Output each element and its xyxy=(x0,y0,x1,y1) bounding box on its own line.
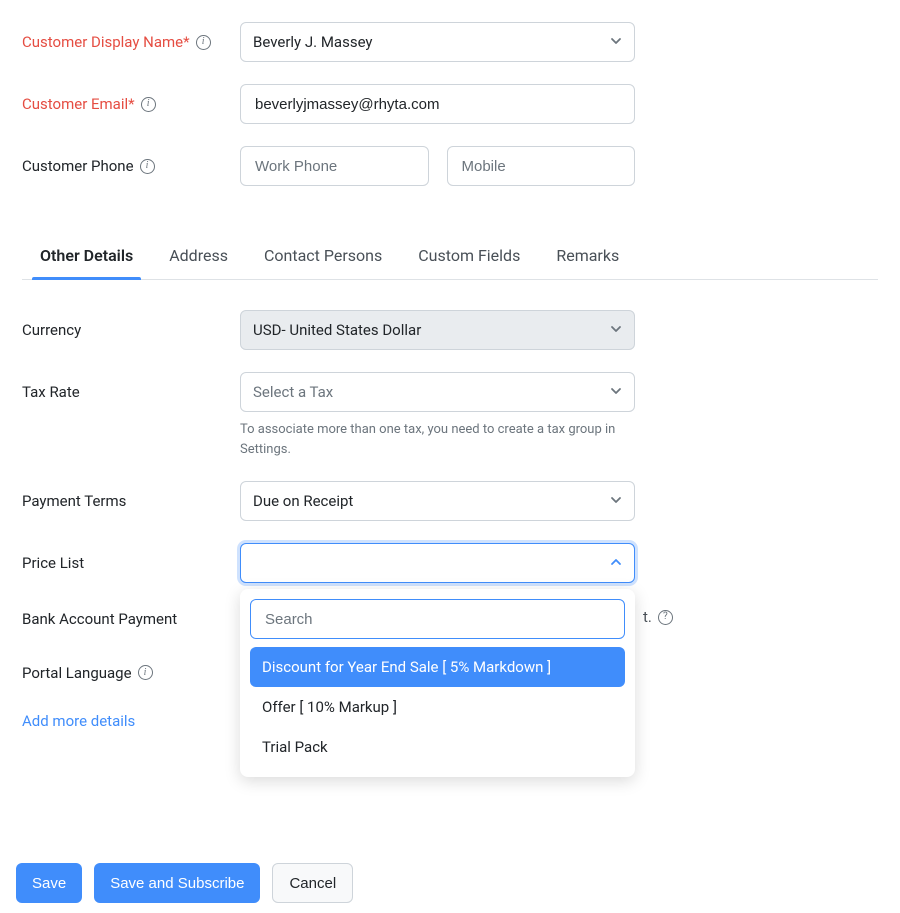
label-tax-rate: Tax Rate xyxy=(22,372,240,404)
info-icon[interactable]: i xyxy=(196,35,211,50)
tab-address[interactable]: Address xyxy=(169,236,228,279)
label-bank-account-payment: Bank Account Payment xyxy=(22,599,240,631)
label-currency: Currency xyxy=(22,310,240,342)
save-button[interactable]: Save xyxy=(16,863,82,903)
label-portal-language: Portal Language i xyxy=(22,653,240,685)
dropdown-search-input[interactable] xyxy=(263,600,612,638)
info-icon[interactable]: i xyxy=(140,159,155,174)
footer: Save Save and Subscribe Cancel xyxy=(0,863,900,903)
chevron-down-icon xyxy=(610,385,622,400)
label-customer-phone: Customer Phone i xyxy=(22,146,240,178)
price-list-dropdown: Discount for Year End Sale [ 5% Markdown… xyxy=(240,589,635,777)
help-icon[interactable]: ? xyxy=(658,610,673,625)
chevron-up-icon xyxy=(610,556,622,571)
select-value: USD- United States Dollar xyxy=(253,321,421,339)
label-price-list: Price List xyxy=(22,543,240,575)
select-value: Beverly J. Massey xyxy=(253,33,373,51)
label-payment-terms: Payment Terms xyxy=(22,481,240,513)
chevron-down-icon xyxy=(610,323,622,338)
dropdown-option[interactable]: Trial Pack xyxy=(250,727,625,767)
price-list-select[interactable] xyxy=(240,543,635,583)
tax-rate-select[interactable]: Select a Tax xyxy=(240,372,635,412)
work-phone-input[interactable] xyxy=(253,147,416,185)
tab-contact-persons[interactable]: Contact Persons xyxy=(264,236,382,279)
tab-remarks[interactable]: Remarks xyxy=(556,236,619,279)
label-customer-email: Customer Email* i xyxy=(22,84,240,116)
label-text: Customer Display Name* xyxy=(22,31,190,54)
tax-rate-helper: To associate more than one tax, you need… xyxy=(240,420,635,459)
label-text: Customer Email* xyxy=(22,93,135,116)
currency-select[interactable]: USD- United States Dollar xyxy=(240,310,635,350)
cancel-button[interactable]: Cancel xyxy=(272,863,353,903)
info-icon[interactable]: i xyxy=(141,97,156,112)
label-text: Customer Phone xyxy=(22,155,134,178)
label-text: Tax Rate xyxy=(22,381,80,404)
tabs: Other Details Address Contact Persons Cu… xyxy=(22,236,878,280)
chevron-down-icon xyxy=(610,494,622,509)
dropdown-option[interactable]: Discount for Year End Sale [ 5% Markdown… xyxy=(250,647,625,687)
tab-other-details[interactable]: Other Details xyxy=(40,236,133,279)
customer-email-input-wrapper xyxy=(240,84,635,124)
label-text: Currency xyxy=(22,319,81,342)
dropdown-search-wrapper xyxy=(250,599,625,639)
label-text: Portal Language xyxy=(22,662,132,685)
info-icon[interactable]: i xyxy=(138,665,153,680)
work-phone-wrapper xyxy=(240,146,429,186)
mobile-phone-input[interactable] xyxy=(460,147,623,185)
bank-trailing-text: t. ? xyxy=(643,608,673,626)
label-customer-display-name: Customer Display Name* i xyxy=(22,22,240,54)
label-text: Payment Terms xyxy=(22,490,126,513)
save-and-subscribe-button[interactable]: Save and Subscribe xyxy=(94,863,260,903)
dropdown-option[interactable]: Offer [ 10% Markup ] xyxy=(250,687,625,727)
chevron-down-icon xyxy=(610,35,622,50)
label-text: Price List xyxy=(22,552,84,575)
payment-terms-select[interactable]: Due on Receipt xyxy=(240,481,635,521)
tab-custom-fields[interactable]: Custom Fields xyxy=(418,236,520,279)
select-value: Due on Receipt xyxy=(253,492,353,510)
customer-display-name-select[interactable]: Beverly J. Massey xyxy=(240,22,635,62)
label-text: Bank Account Payment xyxy=(22,608,177,631)
select-placeholder: Select a Tax xyxy=(253,383,333,401)
add-more-details-link[interactable]: Add more details xyxy=(22,706,135,750)
trailing-fragment: t. xyxy=(643,608,652,626)
mobile-phone-wrapper xyxy=(447,146,636,186)
customer-email-input[interactable] xyxy=(253,85,622,123)
